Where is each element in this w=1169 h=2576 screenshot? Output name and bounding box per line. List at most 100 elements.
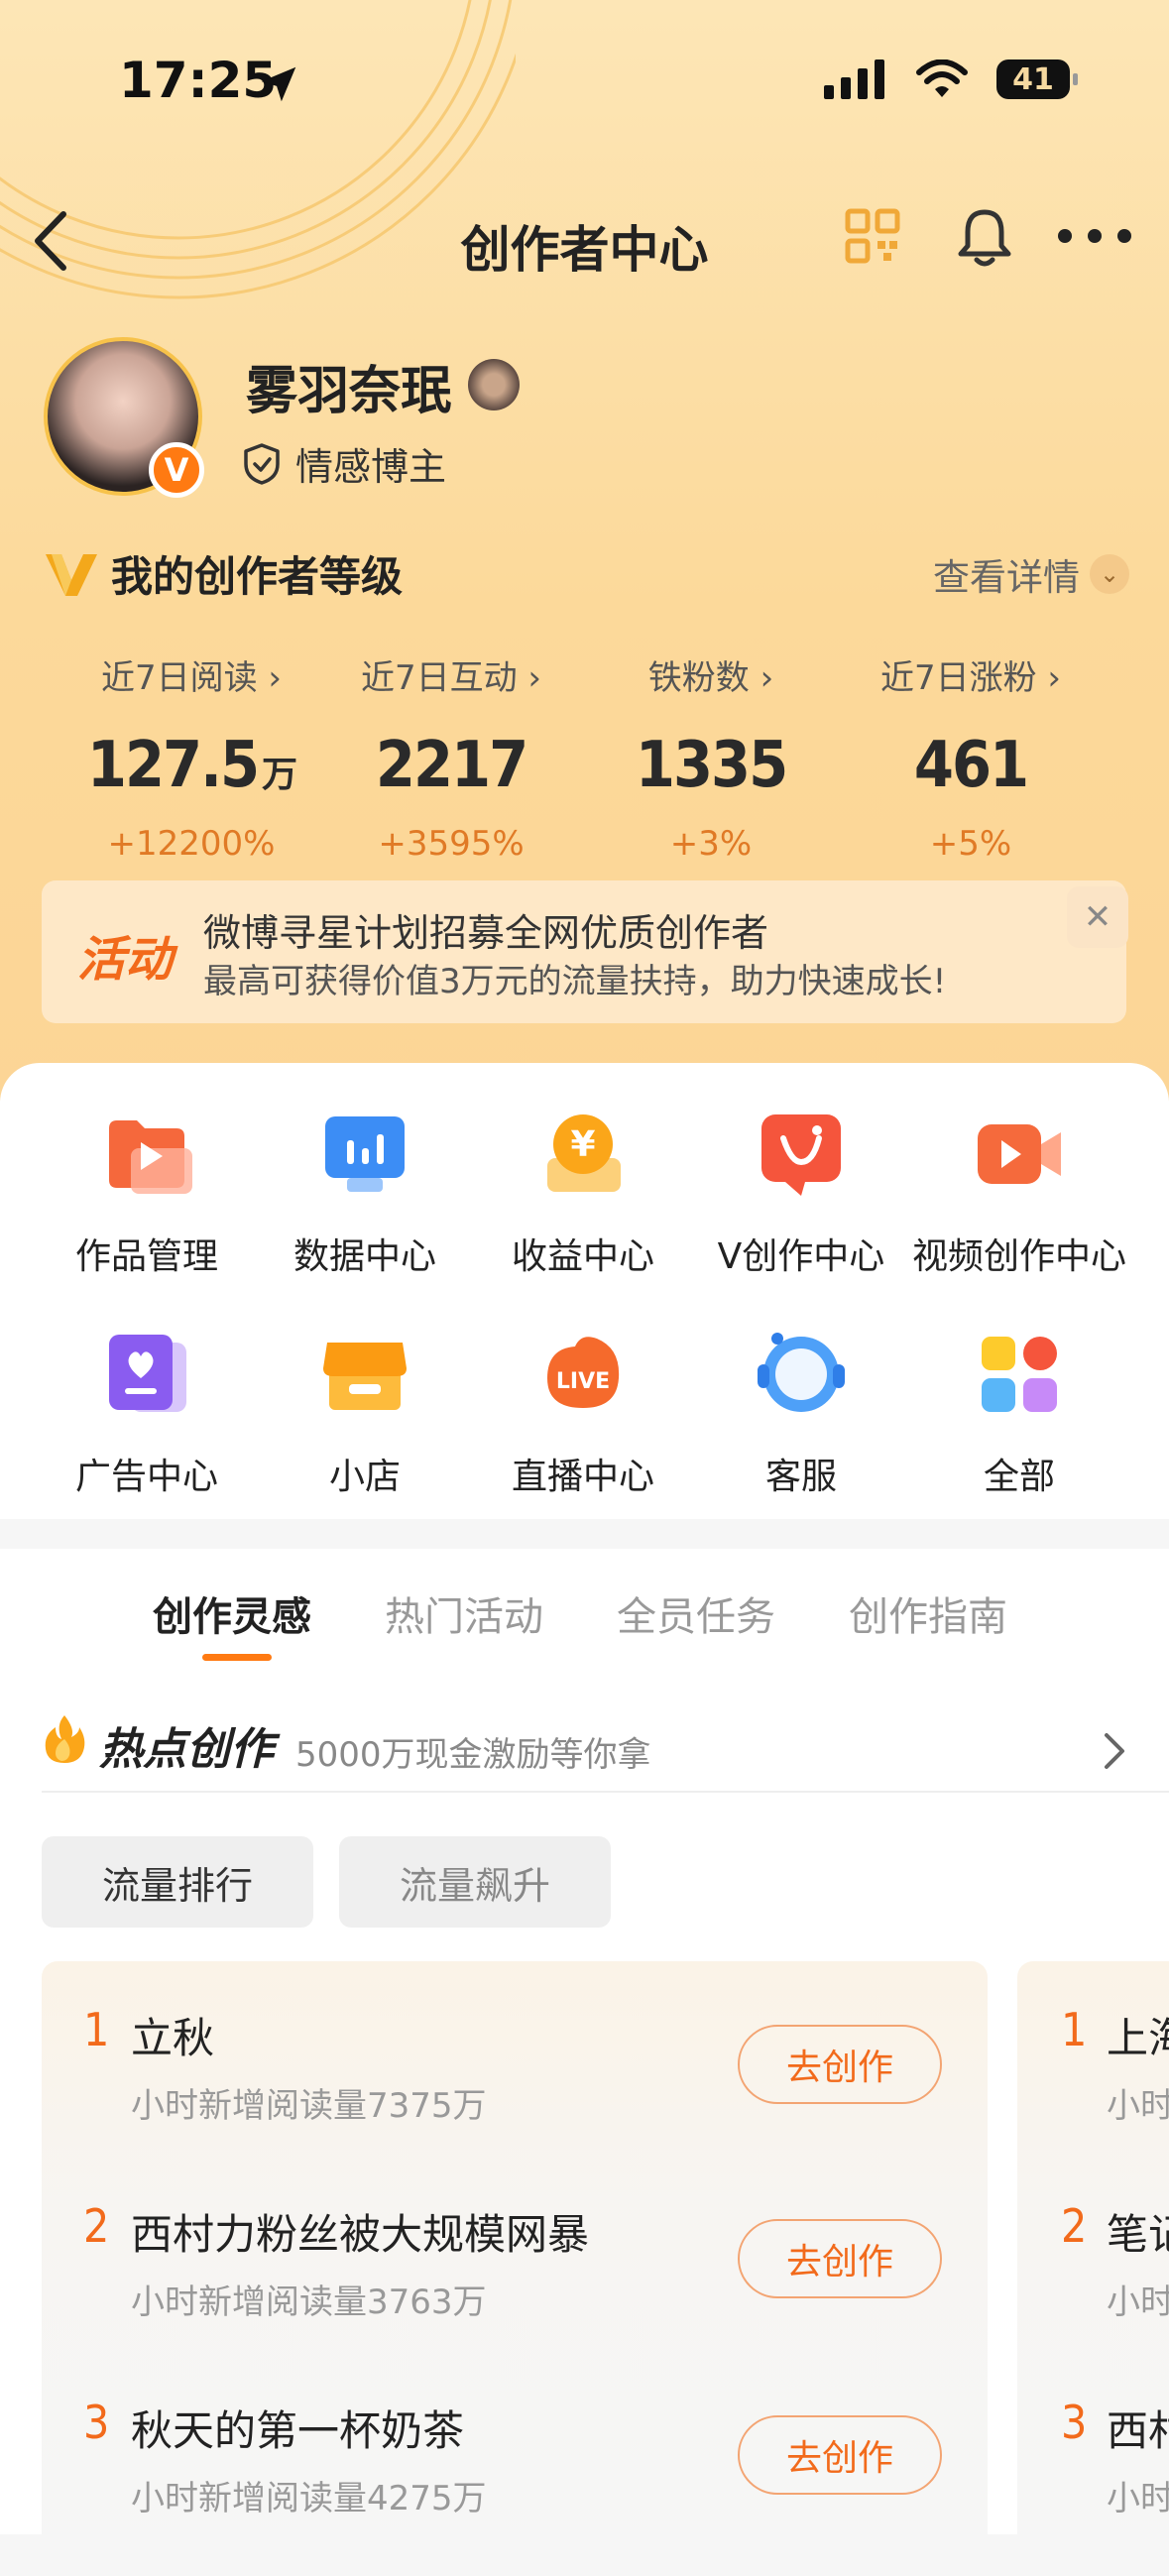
chevron-right-icon: › bbox=[1047, 658, 1062, 698]
live-icon: LIVE bbox=[547, 1337, 620, 1408]
tab-creation-inspiration[interactable]: 创作灵感 bbox=[153, 1584, 311, 1642]
tool-label: 数据中心 bbox=[292, 1236, 436, 1277]
wifi-icon bbox=[916, 59, 968, 97]
stat-item[interactable]: 铁粉数 › 1335 +3% bbox=[581, 650, 841, 864]
rank-topic-title[interactable]: 立秋 bbox=[131, 2005, 214, 2065]
more-options-icon[interactable] bbox=[1057, 228, 1132, 244]
stat-item[interactable]: 近7日阅读 › 127.5 万 +12200% bbox=[61, 650, 321, 864]
tool-works-management[interactable]: 作品管理 bbox=[30, 1109, 264, 1279]
stat-label: 近7日涨粉 bbox=[879, 658, 1037, 698]
tool-shop[interactable]: 小店 bbox=[248, 1329, 482, 1499]
headset-icon bbox=[758, 1333, 845, 1412]
rank-number: 2 bbox=[1061, 2199, 1088, 2253]
stat-label: 近7日互动 bbox=[360, 658, 518, 698]
grid-all-icon bbox=[982, 1337, 1057, 1412]
tool-label: 小店 bbox=[328, 1457, 401, 1497]
tool-revenue-center[interactable]: ¥ 收益中心 bbox=[466, 1109, 700, 1279]
tool-live-center[interactable]: LIVE 直播中心 bbox=[466, 1329, 700, 1499]
flame-icon bbox=[45, 1715, 85, 1763]
hot-creation-title: 热点创作 bbox=[99, 1724, 274, 1775]
stat-delta: +12200% bbox=[107, 824, 276, 864]
creator-tag[interactable]: 情感博主 bbox=[242, 436, 446, 491]
close-icon[interactable]: ✕ bbox=[1067, 886, 1128, 948]
rank-number: 3 bbox=[83, 2396, 110, 2449]
rank-topic-stat: 小时 bbox=[1107, 2283, 1169, 2322]
tool-label: 视频创作中心 bbox=[911, 1236, 1126, 1277]
rank-topic-title: 笔记 bbox=[1107, 2210, 1169, 2259]
chevron-down-icon: ⌄ bbox=[1090, 554, 1129, 594]
chevron-right-icon[interactable] bbox=[1103, 1731, 1126, 1771]
status-indicators: 41 bbox=[824, 59, 1078, 99]
stat-delta: +5% bbox=[929, 824, 1012, 864]
active-tab-indicator bbox=[202, 1654, 272, 1661]
tool-label: 广告中心 bbox=[74, 1457, 218, 1497]
shop-icon bbox=[323, 1343, 407, 1410]
tool-label: 收益中心 bbox=[511, 1236, 654, 1277]
tool-data-center[interactable]: 数据中心 bbox=[248, 1109, 482, 1279]
stats-row: 近7日阅读 › 127.5 万 +12200% 近7日互动 › 2217 +359… bbox=[0, 650, 1169, 864]
tool-label: V创作中心 bbox=[717, 1236, 885, 1277]
rank-topic-title: 西村 bbox=[1107, 2406, 1169, 2455]
banner-title: 微博寻星计划招募全网优质创作者 bbox=[203, 911, 769, 955]
rank-topic-title: 上海 bbox=[1107, 2014, 1169, 2062]
tab-creation-guide[interactable]: 创作指南 bbox=[849, 1584, 1007, 1642]
tool-customer-service[interactable]: 客服 bbox=[684, 1329, 918, 1499]
v-create-icon bbox=[761, 1114, 841, 1196]
chevron-right-icon: › bbox=[268, 658, 283, 698]
view-details-label: 查看详情 bbox=[933, 556, 1080, 599]
rank-number: 1 bbox=[1061, 2003, 1088, 2056]
stat-value: 461 bbox=[913, 729, 1029, 802]
view-details-link[interactable]: 查看详情 ⌄ bbox=[933, 547, 1129, 601]
coin-yen-icon: ¥ bbox=[547, 1114, 621, 1192]
shield-check-icon bbox=[244, 442, 280, 485]
tool-ad-center[interactable]: 广告中心 bbox=[30, 1329, 264, 1499]
rank-topic-title[interactable]: 秋天的第一杯奶茶 bbox=[131, 2398, 464, 2458]
tool-label: 全部 bbox=[983, 1457, 1055, 1497]
level-title: 我的创作者等级 bbox=[111, 552, 404, 601]
chevron-right-icon: › bbox=[760, 658, 774, 698]
banner-subtitle: 最高可获得价值3万元的流量扶持，助力快速成长! bbox=[203, 962, 947, 1001]
video-camera-icon bbox=[978, 1124, 1061, 1184]
stat-value: 1335 bbox=[635, 729, 788, 802]
tool-video-creation-center[interactable]: 视频创作中心 bbox=[902, 1109, 1136, 1279]
folder-play-icon bbox=[109, 1120, 192, 1194]
rank-topic-title[interactable]: 西村力粉丝被大规模网暴 bbox=[131, 2201, 589, 2262]
stat-value: 127.5 bbox=[86, 729, 260, 802]
stat-value: 2217 bbox=[375, 729, 528, 802]
stat-unit: 万 bbox=[262, 755, 297, 795]
stat-delta: +3595% bbox=[378, 824, 525, 864]
tool-all[interactable]: 全部 bbox=[902, 1329, 1136, 1499]
cellular-signal-icon bbox=[824, 59, 884, 99]
tab-all-member-tasks[interactable]: 全员任务 bbox=[617, 1584, 775, 1642]
stat-item[interactable]: 近7日涨粉 › 461 +5% bbox=[841, 650, 1101, 864]
creator-level-row: 我的创作者等级 bbox=[44, 543, 403, 604]
stat-label: 铁粉数 bbox=[647, 658, 750, 698]
go-create-button[interactable]: 去创作 bbox=[738, 2219, 942, 2298]
v-level-icon bbox=[46, 553, 97, 596]
tool-label: 作品管理 bbox=[74, 1236, 218, 1277]
location-arrow-icon bbox=[261, 66, 296, 102]
chart-screen-icon bbox=[325, 1116, 405, 1192]
go-create-button[interactable]: 去创作 bbox=[738, 2415, 942, 2495]
rank-topic-stat: 小时新增阅读量4275万 bbox=[131, 2479, 487, 2518]
verified-badge: V bbox=[149, 442, 204, 498]
hot-creation-subtitle: 5000万现金激励等你拿 bbox=[295, 1735, 651, 1775]
rank-topic-stat: 小时新增阅读量7375万 bbox=[131, 2086, 487, 2126]
tool-v-creation-center[interactable]: V创作中心 bbox=[684, 1109, 918, 1279]
go-create-button[interactable]: 去创作 bbox=[738, 2025, 942, 2104]
notification-bell-icon[interactable] bbox=[956, 206, 1013, 268]
stat-label: 近7日阅读 bbox=[100, 658, 258, 698]
rank-number: 1 bbox=[83, 2003, 110, 2056]
svg-text:LIVE: LIVE bbox=[556, 1369, 610, 1394]
status-time: 17:25 bbox=[119, 52, 278, 109]
medal-icon[interactable] bbox=[468, 359, 520, 410]
tab-hot-events[interactable]: 热门活动 bbox=[385, 1584, 543, 1642]
battery-indicator: 41 bbox=[996, 59, 1078, 99]
tool-label: 客服 bbox=[764, 1457, 837, 1497]
creator-tag-label: 情感博主 bbox=[295, 445, 447, 489]
chevron-right-icon: › bbox=[527, 658, 542, 698]
qr-code-icon[interactable] bbox=[845, 208, 900, 264]
stat-item[interactable]: 近7日互动 › 2217 +3595% bbox=[321, 650, 581, 864]
chip-traffic-rising[interactable]: 流量飙升 bbox=[339, 1836, 611, 1928]
chip-traffic-ranking[interactable]: 流量排行 bbox=[42, 1836, 313, 1928]
